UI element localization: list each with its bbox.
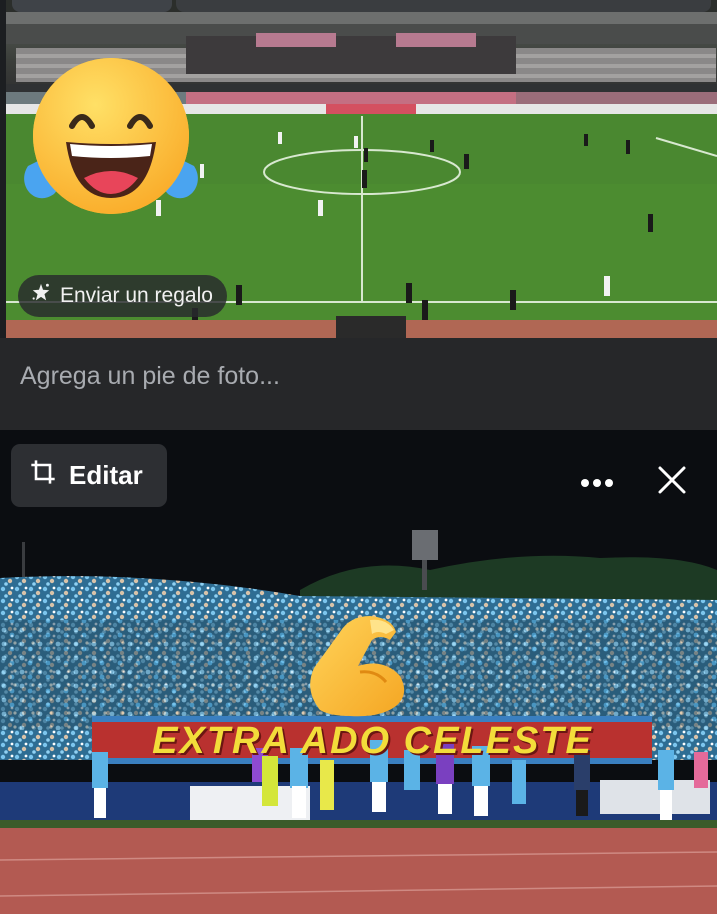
close-icon	[658, 466, 686, 494]
send-gift-label: Enviar un regalo	[60, 284, 213, 307]
more-options-icon	[581, 479, 613, 487]
edit-label: Editar	[69, 460, 143, 490]
more-options-button[interactable]	[576, 464, 618, 502]
stadium-photo: Enviar un regalo	[6, 0, 717, 338]
banner-text: EXTRA ADO CELESTE	[152, 720, 593, 762]
caption-input[interactable]	[18, 355, 702, 397]
send-gift-button[interactable]: Enviar un regalo	[18, 275, 227, 317]
sparkle-gift-icon	[30, 282, 52, 310]
laughing-emoji-icon	[16, 56, 206, 225]
edit-button[interactable]: Editar	[11, 444, 167, 507]
crop-icon	[29, 458, 57, 493]
flexed-biceps-icon	[300, 610, 410, 725]
close-button[interactable]	[652, 460, 692, 500]
